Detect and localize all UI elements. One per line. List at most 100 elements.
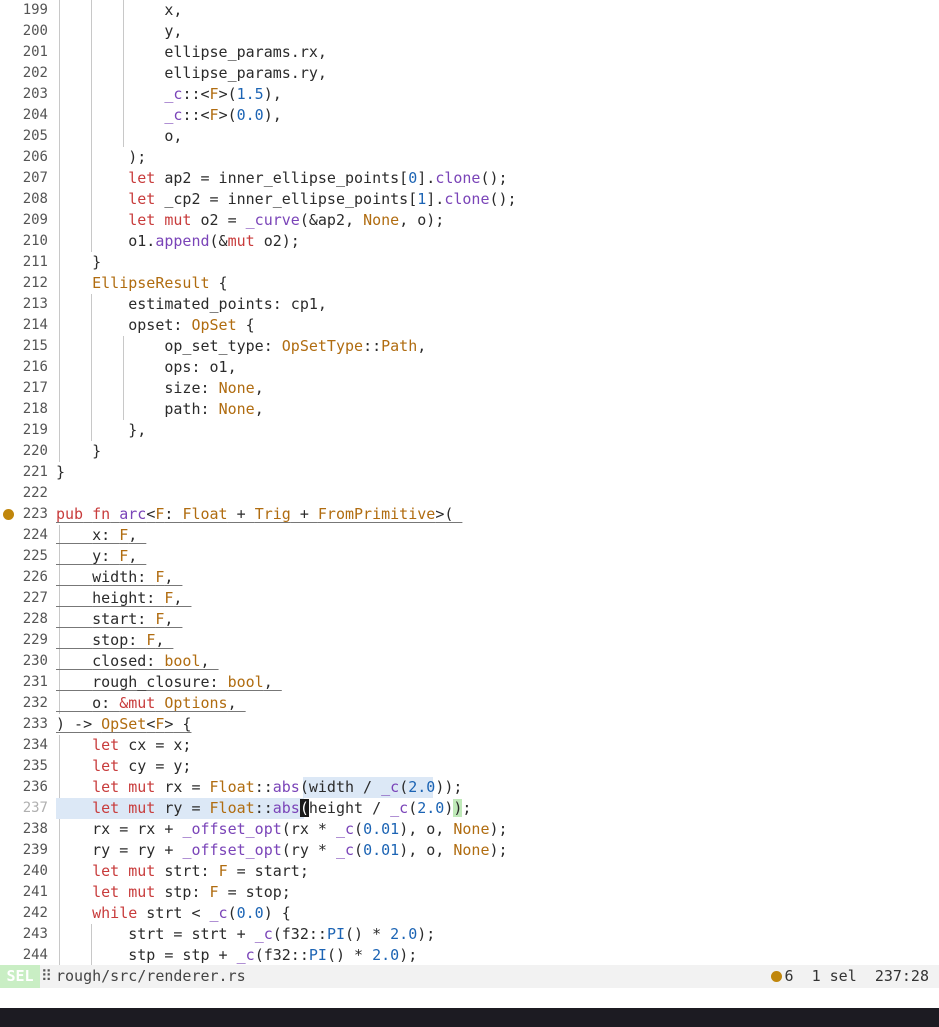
code-text[interactable]: let cx = x; [56,735,191,756]
command-line[interactable] [0,1008,939,1027]
code-text[interactable]: ellipse_params.ry, [56,63,327,84]
gutter[interactable]: 219 [0,420,56,441]
gutter[interactable]: 214 [0,315,56,336]
code-line[interactable]: 238 rx = rx + _offset_opt(rx * _c(0.01),… [0,819,939,840]
gutter[interactable]: 205 [0,126,56,147]
code-line[interactable]: 218 path: None, [0,399,939,420]
gutter[interactable]: 223 [0,504,56,525]
code-line[interactable]: 215 op_set_type: OpSetType::Path, [0,336,939,357]
code-text[interactable]: while strt < _c(0.0) { [56,903,291,924]
code-line[interactable]: 213 estimated_points: cp1, [0,294,939,315]
gutter[interactable]: 224 [0,525,56,546]
code-text[interactable]: rx = rx + _offset_opt(rx * _c(0.01), o, … [56,819,507,840]
code-text[interactable]: strt = strt + _c(f32::PI() * 2.0); [56,924,435,945]
gutter[interactable]: 229 [0,630,56,651]
gutter[interactable]: 212 [0,273,56,294]
gutter[interactable]: 232 [0,693,56,714]
code-line[interactable]: 232 o: &mut Options, [0,693,939,714]
gutter[interactable]: 236 [0,777,56,798]
code-line[interactable]: 234 let cx = x; [0,735,939,756]
code-text[interactable]: o1.append(&mut o2); [56,231,300,252]
code-text[interactable]: width: F, [56,567,182,588]
code-text[interactable]: o, [56,126,182,147]
code-line[interactable]: 226 width: F, [0,567,939,588]
code-text[interactable]: } [56,441,101,462]
code-line[interactable]: 203 _c::<F>(1.5), [0,84,939,105]
gutter[interactable]: 221 [0,462,56,483]
gutter[interactable]: 215 [0,336,56,357]
code-text[interactable]: }, [56,420,146,441]
code-line[interactable]: 225 y: F, [0,546,939,567]
code-text[interactable]: opset: OpSet { [56,315,254,336]
gutter[interactable]: 235 [0,756,56,777]
code-line[interactable]: 227 height: F, [0,588,939,609]
code-text[interactable]: x, [56,0,182,21]
gutter[interactable]: 213 [0,294,56,315]
gutter[interactable]: 243 [0,924,56,945]
code-text[interactable]: ) -> OpSet<F> { [56,714,191,735]
code-text[interactable]: let mut o2 = _curve(&ap2, None, o); [56,210,444,231]
code-line[interactable]: 216 ops: o1, [0,357,939,378]
code-text[interactable]: _c::<F>(0.0), [56,105,281,126]
code-editor[interactable]: 199 x, 200 y, 201 ellipse_params.rx, 202 el… [0,0,939,965]
code-text[interactable]: stop: F, [56,630,173,651]
code-text[interactable]: path: None, [56,399,263,420]
code-line[interactable]: 235 let cy = y; [0,756,939,777]
warning-dot-icon[interactable] [3,509,14,520]
code-line[interactable]: 233) -> OpSet<F> { [0,714,939,735]
gutter[interactable]: 209 [0,210,56,231]
gutter[interactable]: 216 [0,357,56,378]
file-path[interactable]: rough/src/renderer.rs [56,965,246,988]
code-text[interactable]: } [56,252,101,273]
code-text[interactable]: pub fn arc<F: Float + Trig + FromPrimiti… [56,504,462,525]
code-text[interactable]: estimated_points: cp1, [56,294,327,315]
gutter[interactable]: 237 [0,798,56,819]
code-text[interactable]: stp = stp + _c(f32::PI() * 2.0); [56,945,417,965]
code-text[interactable]: height: F, [56,588,191,609]
code-line[interactable]: 230 closed: bool, [0,651,939,672]
code-line[interactable]: 219 }, [0,420,939,441]
gutter[interactable]: 231 [0,672,56,693]
diagnostics-count[interactable]: 6 [785,967,794,985]
code-line[interactable]: 207 let ap2 = inner_ellipse_points[0].cl… [0,168,939,189]
gutter[interactable]: 230 [0,651,56,672]
code-text[interactable]: rough_closure: bool, [56,672,282,693]
code-line[interactable]: 200 y, [0,21,939,42]
code-line[interactable]: 244 stp = stp + _c(f32::PI() * 2.0); [0,945,939,965]
code-line[interactable]: 236 let mut rx = Float::abs(width / _c(2… [0,777,939,798]
gutter[interactable]: 199 [0,0,56,21]
code-text[interactable]: size: None, [56,378,263,399]
code-text[interactable]: let mut stp: F = stop; [56,882,291,903]
code-text[interactable]: let cy = y; [56,756,191,777]
code-text[interactable]: let mut strt: F = start; [56,861,309,882]
code-line[interactable]: 229 stop: F, [0,630,939,651]
code-text[interactable]: closed: bool, [56,651,219,672]
gutter[interactable]: 239 [0,840,56,861]
code-line[interactable]: 201 ellipse_params.rx, [0,42,939,63]
code-line[interactable]: 210 o1.append(&mut o2); [0,231,939,252]
gutter[interactable]: 233 [0,714,56,735]
code-line[interactable]: 240 let mut strt: F = start; [0,861,939,882]
gutter[interactable]: 206 [0,147,56,168]
code-line[interactable]: 208 let _cp2 = inner_ellipse_points[1].c… [0,189,939,210]
code-text[interactable]: let mut ry = Float::abs(height / _c(2.0)… [56,798,471,819]
code-text[interactable]: ellipse_params.rx, [56,42,327,63]
gutter[interactable]: 225 [0,546,56,567]
code-text[interactable]: _c::<F>(1.5), [56,84,281,105]
code-text[interactable]: let _cp2 = inner_ellipse_points[1].clone… [56,189,516,210]
gutter[interactable]: 228 [0,609,56,630]
code-text[interactable]: let mut rx = Float::abs(width / _c(2.0))… [56,777,462,798]
code-text[interactable]: ); [56,147,146,168]
code-text[interactable]: o: &mut Options, [56,693,246,714]
code-text[interactable]: start: F, [56,609,182,630]
gutter[interactable]: 222 [0,483,56,504]
code-line[interactable]: 214 opset: OpSet { [0,315,939,336]
code-line[interactable]: 228 start: F, [0,609,939,630]
gutter[interactable]: 218 [0,399,56,420]
gutter[interactable]: 210 [0,231,56,252]
code-line[interactable]: 205 o, [0,126,939,147]
code-line[interactable]: 212 EllipseResult { [0,273,939,294]
gutter[interactable]: 201 [0,42,56,63]
code-text[interactable]: } [56,462,65,483]
gutter[interactable]: 227 [0,588,56,609]
